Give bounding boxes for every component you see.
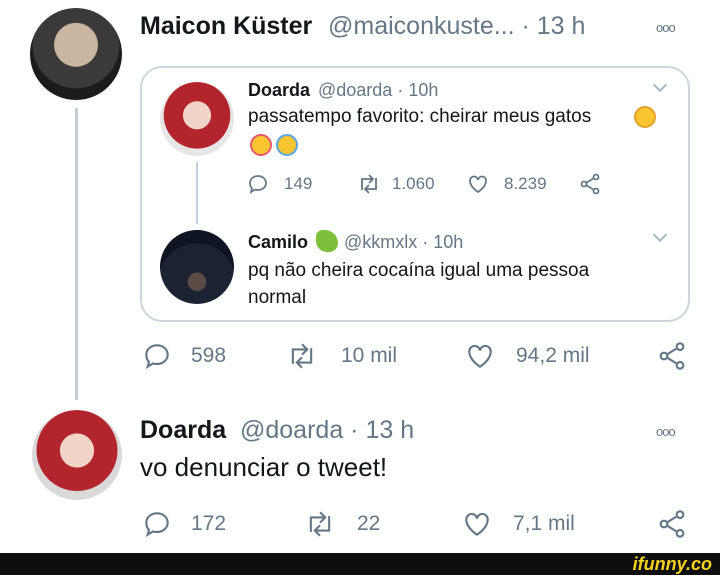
heart-icon: [469, 175, 487, 194]
share-button[interactable]: [656, 340, 688, 372]
quoted-retweet-button[interactable]: 1.060: [356, 172, 435, 196]
watermark-bar: ifunny.co: [0, 553, 720, 575]
more-icon-2[interactable]: ooo: [656, 424, 676, 439]
quoted-author-name[interactable]: Doarda: [248, 80, 310, 101]
author-name[interactable]: Maicon Küster: [140, 12, 312, 41]
like-button[interactable]: 94,2 mil: [464, 340, 590, 372]
reply-button[interactable]: 598: [141, 340, 226, 372]
camilo-text-line1: pq não cheira cocaína igual uma pessoa: [248, 260, 590, 281]
share-icon: [659, 510, 685, 538]
quoted-handle-time[interactable]: @doarda · 10h: [318, 80, 438, 101]
smiling-face-with-hearts-icon: [250, 134, 272, 156]
reply-share-button[interactable]: [656, 508, 688, 540]
share-icon: [659, 342, 685, 370]
quote-thread-line: [196, 162, 198, 224]
reply-like-button[interactable]: 7,1 mil: [461, 508, 575, 540]
reply-count: 598: [191, 344, 227, 367]
reply-reply-button[interactable]: 172: [141, 508, 226, 540]
grinning-sweat-icon: [276, 134, 298, 156]
retweet-button[interactable]: 10 mil: [285, 340, 397, 372]
handle-time[interactable]: @maiconkuste... · 13 h: [328, 12, 585, 41]
more-icon[interactable]: ooo: [656, 20, 676, 35]
reply-author-name[interactable]: Doarda: [140, 416, 226, 445]
retweet-icon: [291, 343, 313, 369]
quoted-reply-count: 149: [284, 174, 313, 193]
quoted-reply-button[interactable]: 149: [246, 172, 312, 196]
reply-retweet-count: 22: [357, 512, 381, 535]
reply-like-count: 7,1 mil: [513, 512, 575, 535]
reply-retweet-button[interactable]: 22: [303, 508, 380, 540]
camilo-handle-time[interactable]: @kkmxlx · 10h: [344, 232, 463, 253]
avatar-maicon[interactable]: [30, 8, 122, 100]
reply-handle-time[interactable]: @doarda · 13 h: [240, 416, 414, 445]
avatar-camilo[interactable]: [160, 230, 234, 304]
reply-icon: [145, 344, 169, 369]
like-count: 94,2 mil: [516, 344, 590, 367]
avatar-doarda[interactable]: [160, 82, 234, 156]
avatar-doarda-reply[interactable]: [32, 410, 122, 500]
retweet-count: 10 mil: [341, 344, 398, 367]
quoted-share-button[interactable]: [578, 172, 602, 196]
reply-tweet-text: vo denunciar o tweet!: [140, 452, 388, 482]
reply-reply-count: 172: [191, 512, 227, 535]
heart-icon: [465, 512, 489, 536]
quoted-tweet-text: passatempo favorito: cheirar meus gatos: [248, 106, 592, 127]
retweet-icon: [309, 511, 331, 537]
ifunny-logo: ifunny.co: [632, 554, 712, 574]
quoted-retweet-count: 1.060: [392, 174, 435, 193]
retweet-icon: [361, 174, 377, 194]
quoted-like-button[interactable]: 8.239: [466, 172, 547, 196]
quoted-like-count: 8.239: [504, 174, 547, 193]
heart-icon: [468, 344, 492, 368]
share-icon: [580, 173, 600, 195]
woozy-face-icon: [634, 106, 656, 128]
reply-icon: [249, 175, 267, 194]
reply-icon: [145, 512, 169, 537]
camilo-text-line2: normal: [248, 287, 307, 308]
thread-line: [75, 108, 78, 400]
camilo-author-name[interactable]: Camilo: [248, 232, 308, 253]
